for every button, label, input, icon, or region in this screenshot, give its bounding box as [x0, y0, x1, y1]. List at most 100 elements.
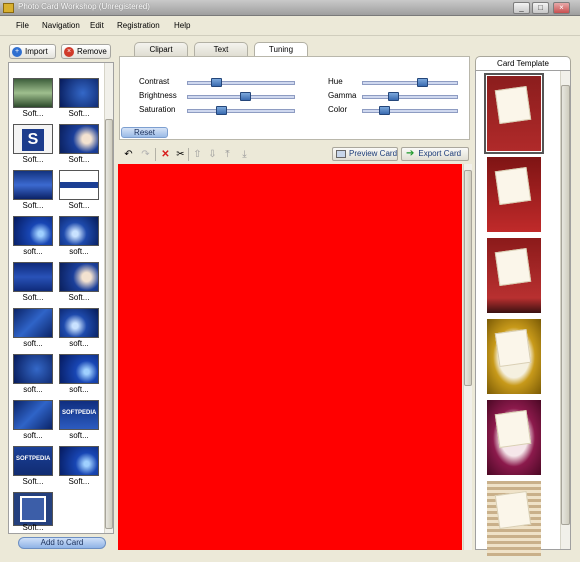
slider-track-color[interactable] [362, 109, 458, 113]
thumbnail-image[interactable]: SOFTPEDIA [59, 400, 99, 430]
thumbnail-image[interactable]: S [13, 124, 53, 154]
thumbnail-image[interactable] [59, 446, 99, 476]
thumbnail-label: soft... [23, 385, 43, 394]
slider-label-saturation: Saturation [139, 105, 176, 114]
export-card-label: Export Card [418, 149, 462, 159]
preview-card-button[interactable]: Preview Card [332, 147, 398, 161]
softpedia-logo-icon: SOFTPEDIA [16, 456, 51, 462]
thumbnail-label: soft... [23, 339, 43, 348]
tab-card-template[interactable]: Card Template [475, 56, 571, 71]
thumbnail-image[interactable] [13, 78, 53, 108]
minimize-button[interactable]: _ [513, 2, 530, 14]
add-to-card-button[interactable]: Add to Card [18, 537, 106, 549]
undo-icon[interactable]: ↶ [122, 148, 135, 161]
thumbnail-image[interactable] [59, 78, 99, 108]
card-template-red-ribbon[interactable] [487, 157, 541, 232]
menu-registration[interactable]: Registration [117, 21, 160, 30]
preview-card-label: Preview Card [349, 149, 398, 158]
card-canvas[interactable] [118, 164, 462, 550]
thumbnail-image[interactable] [59, 262, 99, 292]
reset-button[interactable]: Reset [121, 127, 168, 138]
thumbnail-image[interactable] [13, 354, 53, 384]
thumbnail-scroll-thumb[interactable] [105, 119, 113, 529]
thumbnail-image[interactable] [59, 308, 99, 338]
thumbnail-image[interactable] [13, 216, 53, 246]
toolbar-separator [155, 148, 156, 161]
delete-icon[interactable]: ✕ [159, 148, 172, 161]
send-to-back-icon[interactable]: ⤓ [238, 148, 251, 161]
slider-track-contrast[interactable] [187, 81, 295, 85]
remove-icon: × [64, 46, 74, 57]
slider-label-hue: Hue [328, 77, 343, 86]
thumbnail-image[interactable] [59, 216, 99, 246]
card-template-red-floral[interactable] [484, 73, 544, 154]
slider-label-contrast: Contrast [139, 77, 170, 86]
tab-tuning[interactable]: Tuning [254, 42, 308, 57]
thumbnail-image[interactable] [13, 170, 53, 200]
remove-button[interactable]: × Remove [61, 44, 111, 59]
slider-label-gamma: Gamma [328, 91, 357, 100]
import-label: Import [25, 47, 48, 56]
toolbar-separator [188, 148, 189, 161]
menu-file[interactable]: File [16, 21, 29, 30]
import-button[interactable]: + Import [9, 44, 56, 59]
menu-edit[interactable]: Edit [90, 21, 104, 30]
canvas-scrollbar[interactable] [463, 164, 472, 550]
template-photo-area [494, 166, 532, 206]
thumbnail-label: soft... [69, 247, 89, 256]
maximize-button[interactable]: □ [532, 2, 549, 14]
thumbnail-label: Soft... [68, 293, 90, 302]
slider-knob-brightness[interactable] [240, 92, 251, 101]
thumbnail-image[interactable] [13, 262, 53, 292]
tab-text[interactable]: Text [194, 42, 248, 57]
canvas-scroll-thumb[interactable] [464, 170, 472, 386]
slider-track-gamma[interactable] [362, 95, 458, 99]
template-photo-area [494, 247, 532, 287]
tab-clipart[interactable]: Clipart [134, 42, 188, 57]
s-logo-icon: S [22, 129, 44, 151]
thumbnail-image[interactable] [59, 170, 99, 200]
card-template-gold-frame[interactable] [487, 319, 541, 394]
thumbnail-image[interactable] [13, 308, 53, 338]
template-scrollbar[interactable] [560, 71, 570, 549]
close-button[interactable]: × [553, 2, 570, 14]
remove-label: Remove [77, 47, 107, 56]
slider-label-brightness: Brightness [139, 91, 177, 100]
thumbnail-image[interactable]: SOFTPEDIA [13, 446, 53, 476]
thumbnail-label: soft... [23, 247, 43, 256]
slider-knob-contrast[interactable] [211, 78, 222, 87]
thumbnail-image[interactable] [13, 400, 53, 430]
slider-label-color: Color [328, 105, 348, 114]
thumbnail-label: Soft... [22, 109, 44, 118]
slider-knob-gamma[interactable] [388, 92, 399, 101]
softpedia-logo-icon: SOFTPEDIA [62, 410, 97, 416]
export-card-button[interactable]: ➔ Export Card [401, 147, 469, 161]
slider-knob-color[interactable] [379, 106, 390, 115]
menu-help[interactable]: Help [174, 21, 190, 30]
template-photo-area [494, 85, 532, 125]
title-bar: Photo Card Workshop (Unregistered) _ □ × [0, 0, 580, 16]
frame-icon [20, 496, 46, 522]
thumbnail-label: soft... [69, 431, 89, 440]
card-template-plaid-frame[interactable] [487, 481, 541, 556]
thumbnail-label: Soft... [22, 155, 44, 164]
slider-knob-saturation[interactable] [216, 106, 227, 115]
redo-icon[interactable]: ↷ [139, 148, 152, 161]
thumbnail-image[interactable] [59, 354, 99, 384]
slider-knob-hue[interactable] [417, 78, 428, 87]
thumbnail-scrollbar[interactable] [104, 63, 113, 533]
slider-track-hue[interactable] [362, 81, 458, 85]
bring-to-front-icon[interactable]: ⤒ [221, 148, 234, 161]
bring-forward-icon[interactable]: ⇧ [191, 148, 204, 161]
card-template-magenta-frame[interactable] [487, 400, 541, 475]
thumbnail-image[interactable] [13, 492, 53, 526]
scissors-icon[interactable]: ✂ [174, 148, 187, 161]
template-photo-area [494, 490, 532, 530]
menu-navigation[interactable]: Navigation [42, 21, 80, 30]
window-title: Photo Card Workshop (Unregistered) [18, 2, 150, 11]
slider-track-saturation[interactable] [187, 109, 295, 113]
template-scroll-thumb[interactable] [561, 85, 570, 525]
send-backward-icon[interactable]: ⇩ [206, 148, 219, 161]
card-template-red-tape[interactable] [487, 238, 541, 313]
thumbnail-image[interactable] [59, 124, 99, 154]
